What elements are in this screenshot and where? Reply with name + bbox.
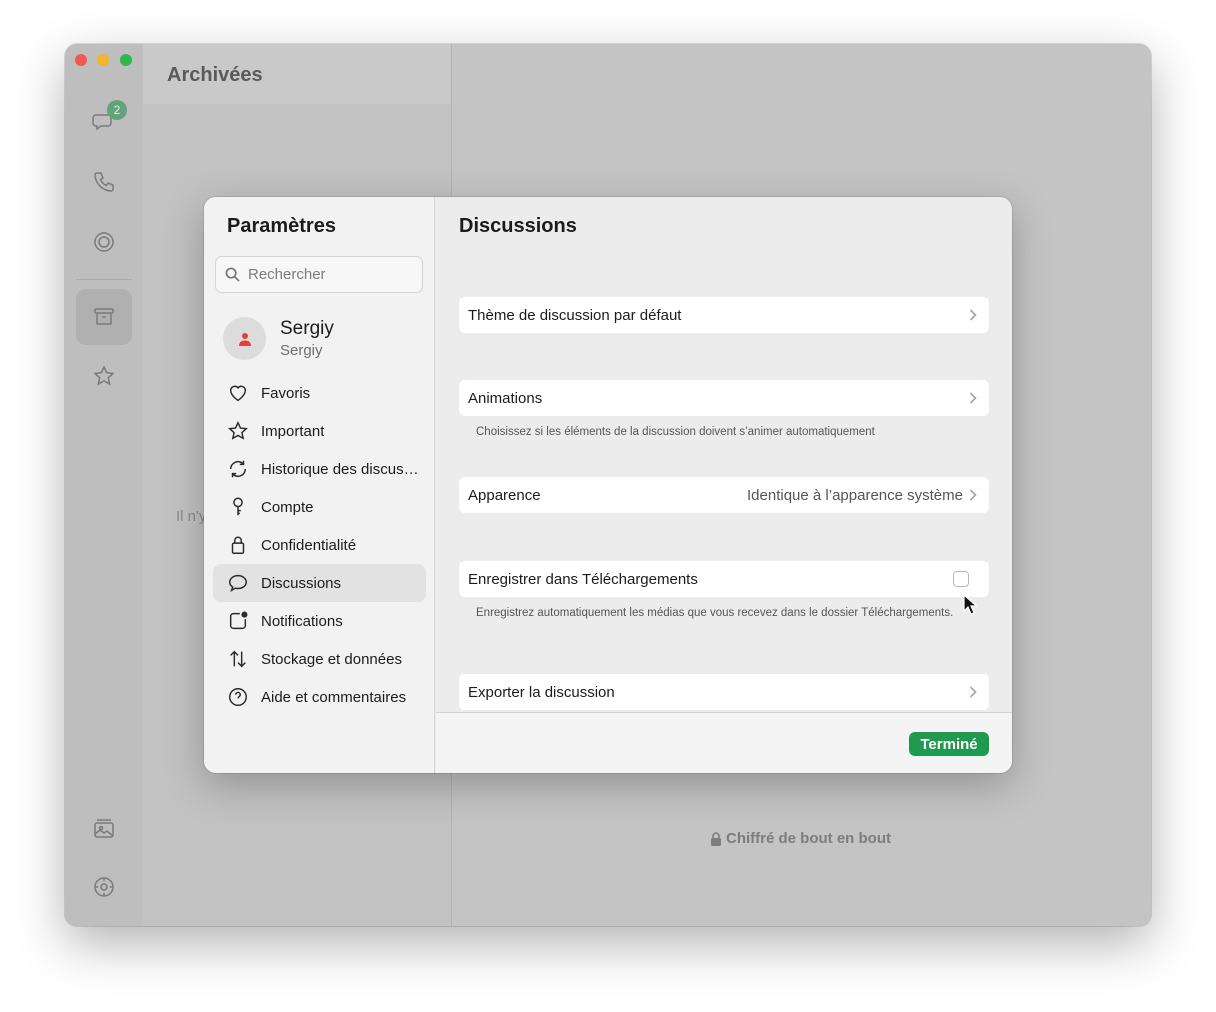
search-icon [225,267,240,282]
row-label: Exporter la discussion [468,683,615,701]
key-icon [233,497,243,516]
notification-icon [229,611,248,630]
close-window-button[interactable] [75,54,87,66]
lock-icon [231,536,245,554]
settings-nav: Favoris Important Historique des discuss… [213,374,426,716]
settings-dialog: Paramètres Sergiy Sergiy Favoris Importa… [204,197,1012,773]
archive-icon[interactable] [90,303,118,331]
nav-label: Important [261,422,325,440]
settings-gear-icon[interactable] [90,873,118,901]
heart-icon [229,385,247,402]
save-downloads-checkbox[interactable] [953,571,969,587]
settings-search[interactable] [215,256,423,293]
arrows-updown-icon [230,650,246,668]
profile-name: Sergiy [280,318,334,339]
nav-label: Notifications [261,612,343,630]
profile-card[interactable]: Sergiy Sergiy [223,317,334,360]
nav-item-storage[interactable]: Stockage et données [213,640,426,678]
settings-title: Paramètres [227,215,336,237]
settings-sidebar: Paramètres Sergiy Sergiy Favoris Importa… [204,197,435,773]
chat-bubble-icon [229,574,247,592]
avatar[interactable] [223,317,266,360]
unread-badge: 2 [107,100,127,120]
nav-item-help[interactable]: Aide et commentaires [213,678,426,716]
nav-item-important[interactable]: Important [213,412,426,450]
nav-label: Compte [261,498,314,516]
nav-item-privacy[interactable]: Confidentialité [213,526,426,564]
save-downloads-note: Enregistrez automatiquement les médias q… [476,607,954,619]
calls-icon[interactable] [90,168,118,196]
row-label: Apparence [468,486,541,504]
left-rail: 2 [65,44,143,926]
chat-list-header: Archivées [143,44,451,104]
nav-label: Favoris [261,384,311,402]
empty-state-text: Il n'y [176,508,207,525]
appearance-row[interactable]: Apparence Identique à l’apparence systèm… [459,477,989,513]
nav-label: Stockage et données [261,650,402,668]
nav-label: Confidentialité [261,536,357,554]
export-discussion-row[interactable]: Exporter la discussion [459,674,989,710]
person-icon [238,332,251,346]
nav-item-favoris[interactable]: Favoris [213,374,426,412]
media-icon[interactable] [90,815,118,843]
save-downloads-row: Enregistrer dans Téléchargements [459,561,989,597]
done-button[interactable]: Terminé [909,732,989,756]
nav-item-history[interactable]: Historique des discussions [213,450,426,488]
animations-row[interactable]: Animations [459,380,989,416]
nav-item-notifications[interactable]: Notifications [213,602,426,640]
chevron-right-icon [969,489,977,501]
chevron-right-icon [969,686,977,698]
rail-divider [76,279,132,280]
nav-item-account[interactable]: Compte [213,488,426,526]
mouse-cursor-icon [963,594,977,615]
row-label: Thème de discussion par défaut [468,306,682,324]
nav-item-discussions[interactable]: Discussions [213,564,426,602]
chevron-right-icon [969,309,977,321]
help-icon [229,688,247,706]
status-icon[interactable] [90,228,118,256]
minimize-window-button[interactable] [97,54,109,66]
row-label: Animations [468,389,543,407]
encryption-notice: Chiffré de bout en bout [710,830,891,847]
zoom-window-button[interactable] [120,54,132,66]
star-icon [228,421,248,440]
starred-icon[interactable] [90,362,118,390]
row-label: Enregistrer dans Téléchargements [468,570,698,588]
encryption-label: Chiffré de bout en bout [726,830,891,847]
dialog-footer: Terminé [436,713,1012,773]
chevron-right-icon [969,392,977,404]
lock-small-icon [711,831,721,846]
panel-title: Discussions [459,215,577,237]
discussions-panel: Discussions Thème de discussion par défa… [436,197,1012,773]
appearance-value: Identique à l’apparence système [747,486,963,504]
sync-icon [229,460,247,478]
search-input[interactable] [248,266,408,283]
default-theme-row[interactable]: Thème de discussion par défaut [459,297,989,333]
page-title: Archivées [167,64,263,86]
nav-label: Discussions [261,574,342,592]
nav-label: Aide et commentaires [261,688,407,706]
profile-subtitle: Sergiy [280,342,323,359]
animations-note: Choisissez si les éléments de la discuss… [476,426,875,438]
nav-label: Historique des discussions [261,460,423,478]
